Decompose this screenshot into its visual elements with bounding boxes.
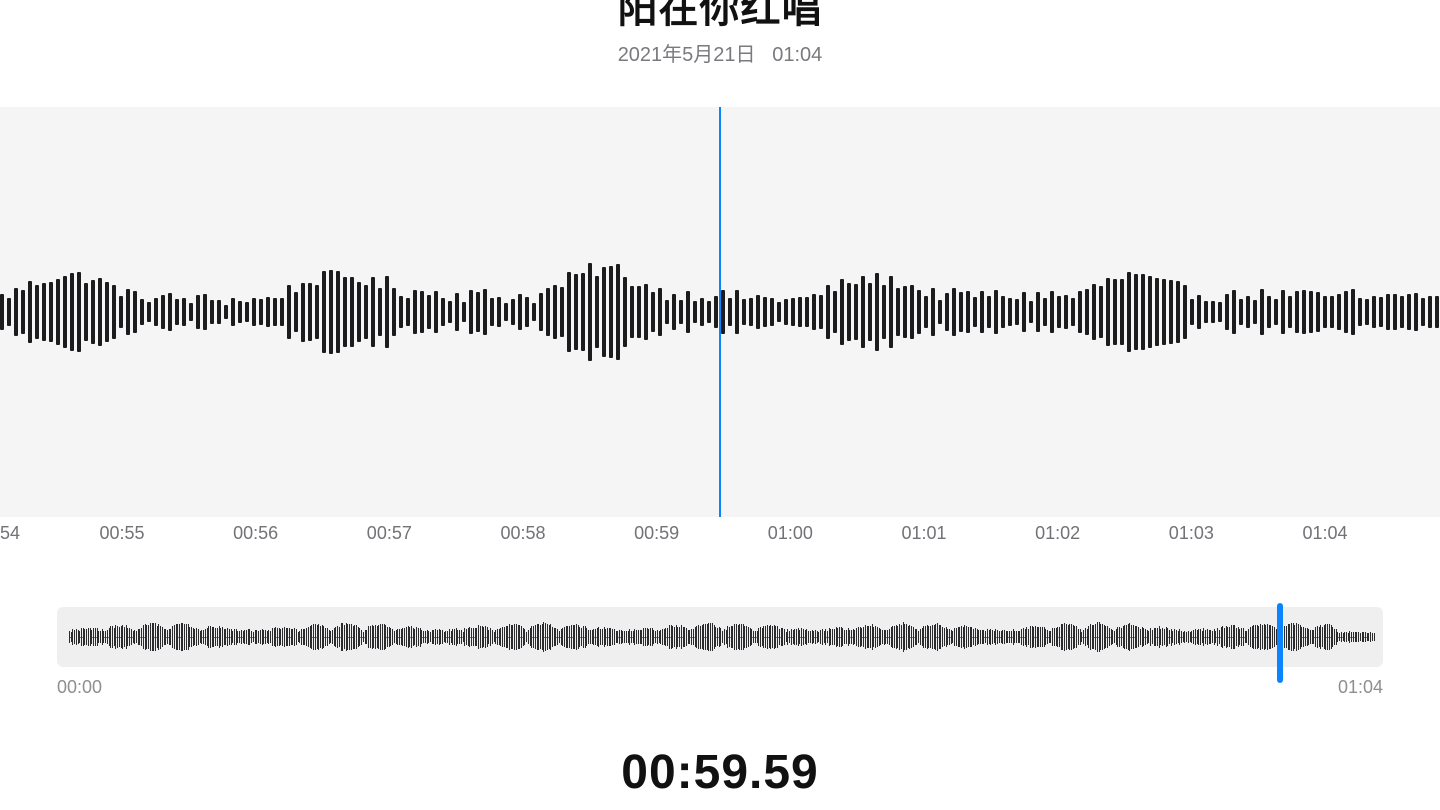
ruler-tick: 00:57 bbox=[367, 523, 412, 544]
ruler-tick: 00:58 bbox=[500, 523, 545, 544]
memo-subtitle: 2021年5月21日 01:04 bbox=[618, 38, 823, 67]
ruler-tick: 54 bbox=[0, 523, 20, 544]
ruler-tick: 00:55 bbox=[99, 523, 144, 544]
memo-duration: 01:04 bbox=[772, 44, 822, 66]
memo-date: 2021年5月21日 bbox=[618, 44, 756, 66]
ruler-tick: 01:04 bbox=[1302, 523, 1347, 544]
waveform-main[interactable] bbox=[0, 107, 1440, 517]
memo-title[interactable]: 阳在你红唱 bbox=[618, 0, 823, 34]
current-time-label: 00:59.59 bbox=[0, 745, 1440, 800]
voice-memo-editor: 阳在你红唱 2021年5月21日 01:04 54 00:55 00:56 00:57… bbox=[0, 0, 1440, 810]
overview-end-label: 01:04 bbox=[1338, 677, 1383, 698]
ruler-tick: 01:00 bbox=[768, 523, 813, 544]
overview-labels: 00:00 01:04 bbox=[57, 677, 1383, 698]
waveform-overview[interactable] bbox=[57, 607, 1383, 667]
overview-start-label: 00:00 bbox=[57, 677, 102, 698]
time-ruler: 54 00:55 00:56 00:57 00:58 00:59 01:00 01:01 01:… bbox=[0, 517, 1440, 545]
ruler-tick: 01:02 bbox=[1035, 523, 1080, 544]
ruler-tick: 00:56 bbox=[233, 523, 278, 544]
ruler-tick: 00:59 bbox=[634, 523, 679, 544]
header: 阳在你红唱 2021年5月21日 01:04 bbox=[0, 0, 1440, 67]
overview-bars bbox=[69, 619, 1371, 655]
ruler-tick: 01:01 bbox=[901, 523, 946, 544]
overview-cursor[interactable] bbox=[1277, 603, 1283, 683]
playhead-line bbox=[719, 107, 721, 517]
ruler-tick: 01:03 bbox=[1169, 523, 1214, 544]
